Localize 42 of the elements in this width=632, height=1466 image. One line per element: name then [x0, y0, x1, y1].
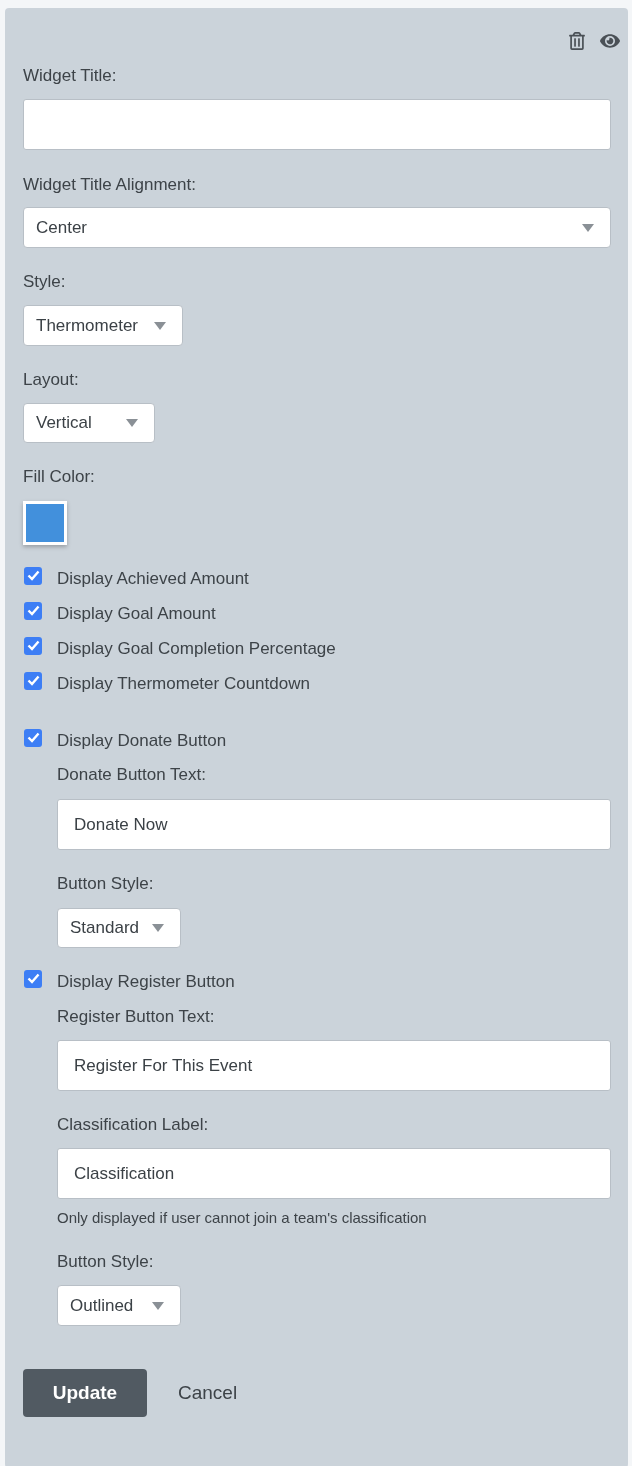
color-swatch[interactable] [23, 501, 67, 545]
text-field[interactable]: Register For This Event [57, 1040, 611, 1091]
field-label: Widget Title Alignment: [23, 174, 196, 196]
caret-icon [582, 223, 594, 232]
field-label: Style: [23, 271, 66, 293]
help-text: Only displayed if user cannot join a team's classification [57, 1208, 427, 1228]
update-button[interactable]: Update [23, 1369, 147, 1417]
field-label: Button Style: [57, 873, 154, 895]
dropdown[interactable]: Vertical [23, 403, 155, 443]
caret-icon [154, 321, 166, 330]
checkbox[interactable] [24, 601, 42, 620]
checkbox-label: Display Donate Button [57, 729, 227, 752]
checkbox[interactable] [24, 969, 42, 988]
field-label: Register Button Text: [57, 1006, 215, 1028]
field-label: Widget Title: [23, 65, 117, 87]
dropdown[interactable]: Center [23, 207, 611, 248]
field-label: Fill Color: [23, 466, 95, 488]
field-label: Button Style: [57, 1251, 154, 1273]
dropdown[interactable]: Standard [57, 908, 181, 948]
dropdown[interactable]: Outlined [57, 1285, 181, 1326]
checkbox[interactable] [24, 636, 42, 655]
checkbox-label: Display Thermometer Countdown [57, 672, 310, 695]
text-field[interactable]: Classification [57, 1148, 611, 1199]
checkbox[interactable] [24, 566, 42, 585]
trash-icon[interactable] [568, 32, 586, 50]
cancel-button[interactable]: Cancel [178, 1378, 238, 1408]
checkbox[interactable] [24, 728, 42, 747]
eye-icon[interactable] [600, 31, 620, 51]
field-label: Layout: [23, 369, 79, 391]
checkbox-label: Display Goal Amount [57, 602, 216, 625]
caret-icon [152, 1301, 164, 1310]
checkbox[interactable] [24, 671, 42, 690]
checkbox-label: Display Goal Completion Percentage [57, 637, 336, 660]
checkbox-label: Display Register Button [57, 970, 235, 993]
text-field[interactable] [23, 99, 611, 150]
field-label: Classification Label: [57, 1114, 209, 1136]
caret-icon [152, 924, 164, 932]
dropdown[interactable]: Thermometer [23, 305, 183, 346]
checkbox-label: Display Achieved Amount [57, 567, 249, 590]
caret-icon [126, 419, 138, 427]
text-field[interactable]: Donate Now [57, 799, 611, 850]
field-label: Donate Button Text: [57, 764, 206, 786]
